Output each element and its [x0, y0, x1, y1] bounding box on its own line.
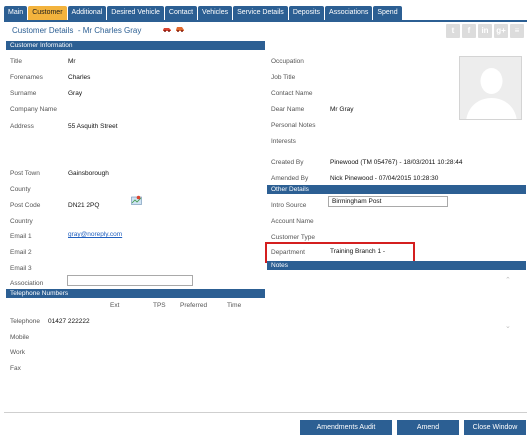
telephone-label: Telephone	[10, 318, 40, 325]
occupation-label: Occupation	[271, 58, 304, 65]
telephone-value: 01427 222222	[48, 318, 90, 325]
amended-by-value: Nick Pinewood - 07/04/2015 10:28:30	[330, 175, 439, 182]
surname-value: Gray	[68, 90, 83, 97]
tab-service-details[interactable]: Service Details	[233, 6, 288, 20]
ext-column-header: Ext	[110, 302, 120, 309]
personal-notes-label: Personal Notes	[271, 122, 316, 129]
customer-information-heading: Customer Information	[6, 41, 265, 50]
county-label: County	[10, 186, 31, 193]
mobile-label: Mobile	[10, 334, 30, 341]
tab-customer[interactable]: Customer	[28, 6, 67, 20]
preferred-column-header: Preferred	[180, 302, 208, 309]
social-links: t f in g+ ≡	[446, 24, 524, 38]
created-by-value: Pinewood (TM 054767) - 18/03/2011 10:28:…	[330, 159, 463, 166]
post-code-value: DN21 2PQ	[68, 202, 100, 209]
contact-name-label: Contact Name	[271, 90, 313, 97]
country-label: Country	[10, 218, 33, 225]
close-window-button[interactable]: Close Window	[464, 420, 526, 435]
intro-source-label: Intro Source	[271, 202, 307, 209]
interests-label: Interests	[271, 138, 296, 145]
forenames-label: Forenames	[10, 74, 43, 81]
tab-bar: Main Customer Additional Desired Vehicle…	[4, 6, 403, 20]
company-name-label: Company Name	[10, 106, 57, 113]
post-town-label: Post Town	[10, 170, 40, 177]
other-details-heading: Other Details	[267, 185, 526, 194]
association-input[interactable]	[67, 275, 193, 286]
association-label: Association	[10, 280, 44, 287]
email-1-link[interactable]: gray@noreply.com	[68, 231, 122, 238]
email-1-label: Email 1	[10, 233, 32, 240]
job-title-label: Job Title	[271, 74, 296, 81]
dear-name-label: Dear Name	[271, 106, 305, 113]
amend-button[interactable]: Amend	[397, 420, 459, 435]
surname-label: Surname	[10, 90, 37, 97]
tab-desired-vehicle[interactable]: Desired Vehicle	[107, 6, 164, 20]
car-icon[interactable]	[162, 26, 172, 32]
time-column-header: Time	[227, 302, 242, 309]
page-title-text: Customer Details	[12, 26, 74, 35]
tab-vehicles[interactable]: Vehicles	[198, 6, 233, 20]
tps-column-header: TPS	[153, 302, 166, 309]
twitter-icon[interactable]: t	[446, 24, 460, 38]
title-label: Title	[10, 58, 23, 65]
intro-source-input[interactable]: Birmingham Post	[328, 196, 448, 207]
tab-underline	[4, 20, 527, 22]
title-value: Mr	[68, 58, 76, 65]
scroll-down-icon[interactable]: ⌄	[505, 322, 511, 330]
customer-type-label: Customer Type	[271, 234, 315, 241]
email-2-label: Email 2	[10, 249, 32, 256]
notes-textarea[interactable]	[268, 272, 526, 348]
tab-contact[interactable]: Contact	[164, 6, 198, 20]
email-3-label: Email 3	[10, 265, 32, 272]
tab-additional[interactable]: Additional	[67, 6, 107, 20]
avatar-icon	[460, 57, 521, 119]
notes-heading: Notes	[267, 261, 526, 270]
forenames-value: Charles	[68, 74, 91, 81]
customer-photo	[459, 56, 522, 120]
scroll-up-icon[interactable]: ⌃	[505, 276, 511, 284]
account-name-label: Account Name	[271, 218, 314, 225]
amended-by-label: Amended By	[271, 175, 309, 182]
work-label: Work	[10, 349, 26, 356]
google-plus-icon[interactable]: g+	[494, 24, 508, 38]
linkedin-icon[interactable]: in	[478, 24, 492, 38]
post-town-value: Gainsborough	[68, 170, 109, 177]
fax-label: Fax	[10, 365, 21, 372]
address-label: Address	[10, 123, 34, 130]
dear-name-value: Mr Gray	[330, 106, 354, 113]
tab-spend[interactable]: Spend	[373, 6, 402, 20]
department-highlight	[265, 242, 415, 263]
footer-divider	[4, 412, 527, 413]
tab-main[interactable]: Main	[4, 6, 28, 20]
post-code-label: Post Code	[10, 202, 41, 209]
address-value: 55 Asquith Street	[68, 123, 118, 130]
map-icon[interactable]	[131, 195, 142, 205]
vehicle-icon[interactable]	[175, 26, 185, 32]
facebook-icon[interactable]: f	[462, 24, 476, 38]
amendments-audit-button[interactable]: Amendments Audit	[300, 420, 392, 435]
page-title: Customer Details - Mr Charles Gray	[12, 26, 141, 35]
menu-icon[interactable]: ≡	[510, 24, 524, 38]
tab-associations[interactable]: Associations	[325, 6, 373, 20]
customer-name: - Mr Charles Gray	[77, 26, 142, 35]
created-by-label: Created By	[271, 159, 304, 166]
telephone-numbers-heading: Telephone Numbers	[6, 289, 265, 298]
tab-deposits[interactable]: Deposits	[288, 6, 325, 20]
